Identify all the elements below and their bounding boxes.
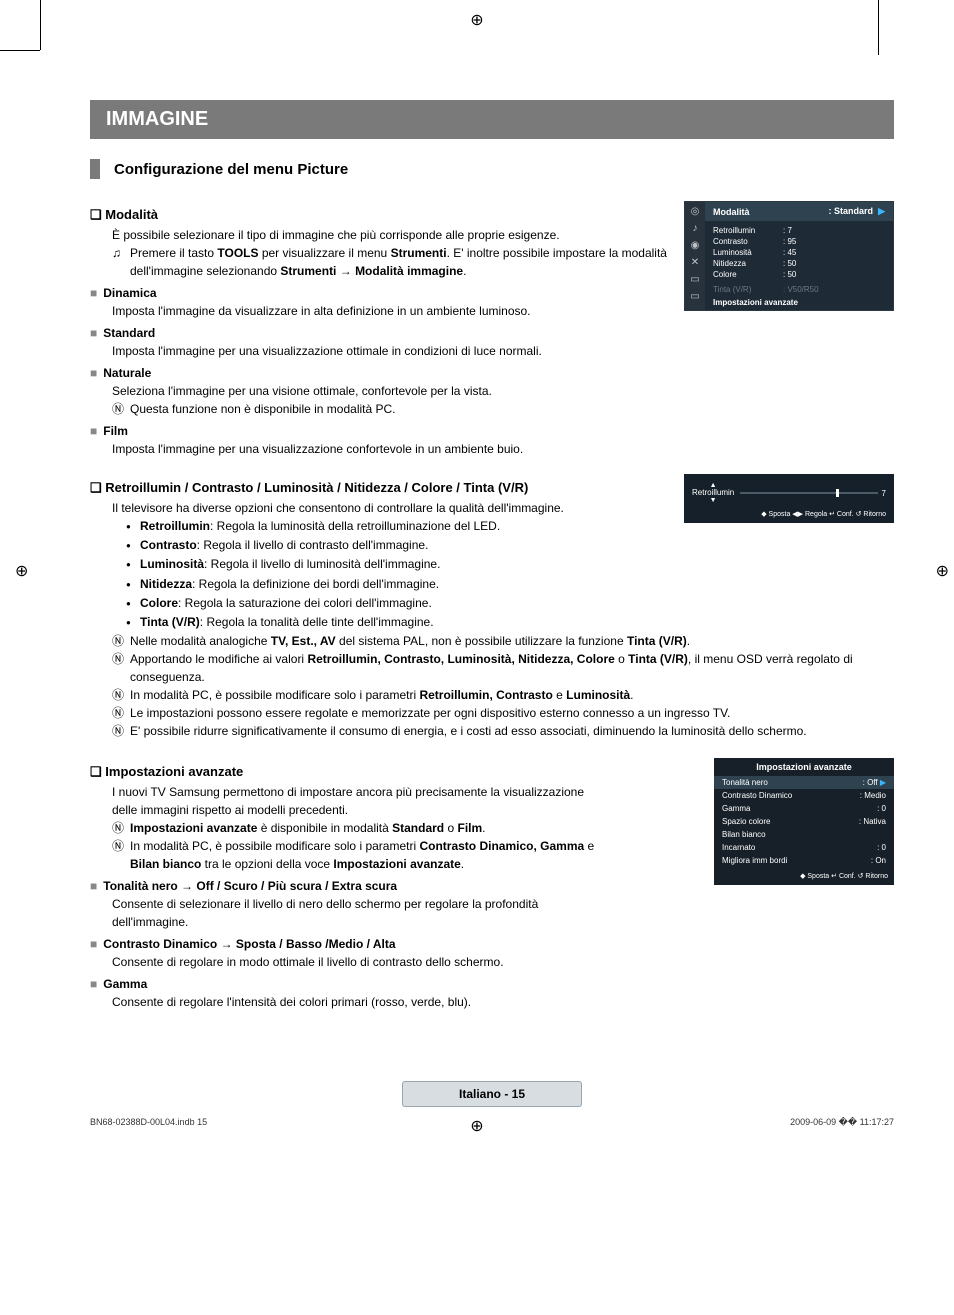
note-icon: Ⓝ bbox=[112, 704, 130, 722]
osd-row-dim: Tinta (V/R): V50/R50 bbox=[705, 284, 893, 295]
osd-menu-picture: ◎ ♪ ◉ ✕ ▭ ▭ Modalità : Standard ▶ Retroi… bbox=[684, 201, 894, 311]
note-icon: Ⓝ bbox=[112, 686, 130, 704]
crop-mark bbox=[40, 0, 41, 50]
page-footer-pill: Italiano - 15 bbox=[402, 1081, 582, 1107]
subheader-accent bbox=[90, 159, 100, 179]
registration-mark-icon: ⊕ bbox=[15, 561, 28, 581]
crop-mark bbox=[878, 0, 879, 55]
crop-mark bbox=[0, 50, 40, 51]
body-text: Imposta l'immagine da visualizzare in al… bbox=[112, 302, 670, 320]
sub-heading: ■Standard bbox=[90, 326, 670, 340]
note-icon: Ⓝ bbox=[112, 650, 130, 686]
body-text: Premere il tasto TOOLS per visualizzare … bbox=[130, 244, 670, 280]
osd-row: Luminosità: 45 bbox=[705, 247, 893, 258]
sub-heading: ■Tonalità nero → Off / Scuro / Più scura… bbox=[90, 879, 700, 893]
setup-icon: ✕ bbox=[691, 257, 699, 268]
channel-icon: ◉ bbox=[691, 240, 700, 251]
body-text: Le impostazioni possono essere regolate … bbox=[130, 704, 894, 722]
sub-heading: ■Naturale bbox=[90, 366, 670, 380]
slider-track bbox=[740, 492, 877, 494]
footer-doc-id: BN68-02388D-00L04.indb 15 bbox=[90, 1117, 207, 1128]
osd-advanced-panel: Impostazioni avanzate Tonalità nero: Off… bbox=[714, 758, 894, 885]
osd-row: Colore: 50 bbox=[705, 269, 893, 280]
note-icon: Ⓝ bbox=[112, 837, 130, 873]
note-icon: Ⓝ bbox=[112, 400, 130, 418]
sound-icon: ♪ bbox=[693, 223, 698, 234]
registration-mark-icon: ⊕ bbox=[470, 1116, 483, 1136]
osd-row: Impostazioni avanzate bbox=[705, 295, 893, 310]
arrow-down-icon: ▼ bbox=[710, 497, 717, 504]
osd-row: Tonalità nero: Off ▶ bbox=[714, 776, 894, 789]
sub-heading: ■Gamma bbox=[90, 977, 700, 991]
body-text: Consente di selezionare il livello di ne… bbox=[112, 895, 612, 931]
bullet-list: Retroillumin: Regola la luminosità della… bbox=[126, 517, 670, 632]
body-text: E' possibile ridurre significativamente … bbox=[130, 722, 894, 740]
input-icon: ▭ bbox=[690, 274, 699, 285]
sub-heading: ■Dinamica bbox=[90, 286, 670, 300]
body-text: Nelle modalità analogiche TV, Est., AV d… bbox=[130, 632, 894, 650]
footer-timestamp: 2009-06-09 �� 11:17:27 bbox=[790, 1117, 894, 1128]
registration-mark-icon: ⊕ bbox=[936, 561, 949, 581]
body-text: Imposta l'immagine per una visualizzazio… bbox=[112, 440, 670, 458]
osd-footer-hints: ◆ Sposta ◀▶ Regola ↵ Conf. ↺ Ritorno bbox=[692, 510, 886, 518]
body-text: Apportando le modifiche ai valori Retroi… bbox=[130, 650, 894, 686]
body-text: I nuovi TV Samsung permettono di imposta… bbox=[112, 783, 592, 819]
tools-icon: ♫ bbox=[112, 244, 130, 280]
osd-slider-panel: ▲ Retroillumin ▼ 7 ◆ Sposta ◀▶ Regola ↵ … bbox=[684, 474, 894, 523]
body-text: In modalità PC, è possibile modificare s… bbox=[130, 837, 612, 873]
osd-row: Gamma: 0 bbox=[714, 802, 894, 815]
sub-heading: ■Contrasto Dinamico → Sposta / Basso /Me… bbox=[90, 937, 700, 951]
osd-icon-column: ◎ ♪ ◉ ✕ ▭ ▭ bbox=[685, 202, 705, 310]
osd-row: Bilan bianco bbox=[714, 828, 894, 841]
body-text: In modalità PC, è possibile modificare s… bbox=[130, 686, 894, 704]
body-text: Questa funzione non è disponibile in mod… bbox=[130, 400, 670, 418]
note-icon: Ⓝ bbox=[112, 722, 130, 740]
section-title-bar: IMMAGINE bbox=[90, 100, 894, 139]
body-text: Consente di regolare l'intensità dei col… bbox=[112, 993, 700, 1011]
osd-panel-title: Impostazioni avanzate bbox=[714, 758, 894, 776]
osd-row: Contrasto: 95 bbox=[705, 236, 893, 247]
q-heading-params: Retroillumin / Contrasto / Luminosità / … bbox=[90, 480, 670, 496]
osd-slider-label: ▲ Retroillumin ▼ bbox=[692, 482, 734, 504]
picture-icon: ◎ bbox=[691, 206, 700, 217]
support-icon: ▭ bbox=[690, 291, 699, 302]
q-heading-advanced: Impostazioni avanzate bbox=[90, 764, 700, 780]
registration-mark-icon: ⊕ bbox=[470, 10, 483, 30]
body-text: È possibile selezionare il tipo di immag… bbox=[112, 226, 670, 244]
osd-row: Spazio colore: Nativa bbox=[714, 815, 894, 828]
osd-row: Nitidezza: 50 bbox=[705, 258, 893, 269]
slider-value: 7 bbox=[882, 489, 886, 498]
osd-footer-hints: ◆ Sposta ↵ Conf. ↺ Ritorno bbox=[714, 867, 894, 885]
osd-row: Migliora imm bordi: On bbox=[714, 854, 894, 867]
note-icon: Ⓝ bbox=[112, 632, 130, 650]
body-text: Seleziona l'immagine per una visione ott… bbox=[112, 382, 670, 400]
slider-thumb bbox=[836, 489, 839, 497]
subheader: Configurazione del menu Picture bbox=[114, 161, 348, 178]
body-text: Impostazioni avanzate è disponibile in m… bbox=[130, 819, 612, 837]
osd-row: Incarnato: 0 bbox=[714, 841, 894, 854]
osd-row: Retroillumin: 7 bbox=[705, 225, 893, 236]
arrow-right-icon: ▶ bbox=[878, 206, 885, 216]
body-text: Il televisore ha diverse opzioni che con… bbox=[112, 499, 670, 517]
osd-highlight-row: Modalità : Standard ▶ bbox=[705, 202, 893, 221]
osd-row: Contrasto Dinamico: Medio bbox=[714, 789, 894, 802]
q-heading-modalita: Modalità bbox=[90, 207, 670, 223]
body-text: Imposta l'immagine per una visualizzazio… bbox=[112, 342, 670, 360]
body-text: Consente di regolare in modo ottimale il… bbox=[112, 953, 700, 971]
sub-heading: ■Film bbox=[90, 424, 670, 438]
note-icon: Ⓝ bbox=[112, 819, 130, 837]
